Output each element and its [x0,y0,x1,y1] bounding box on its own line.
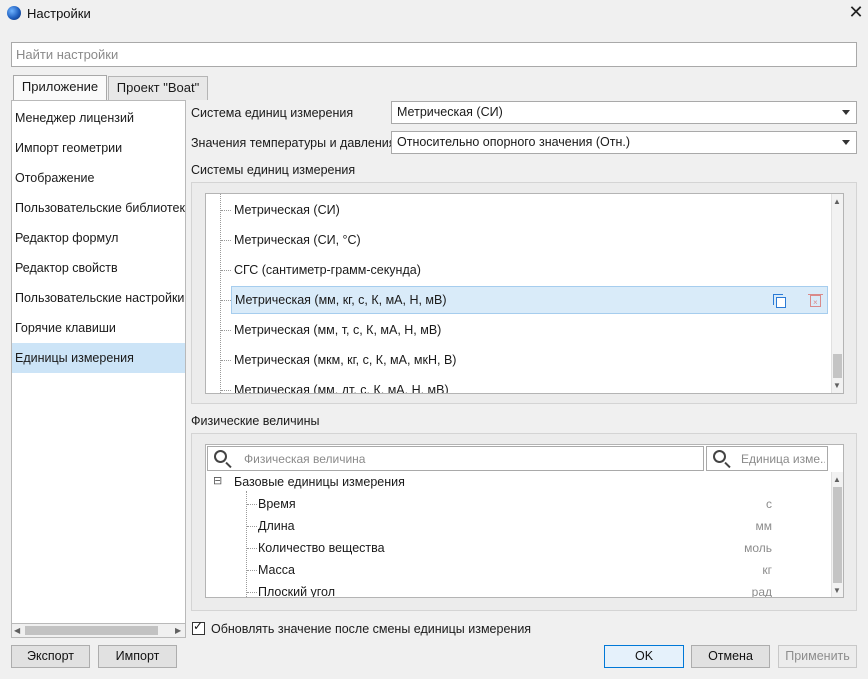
scroll-down-icon[interactable]: ▼ [833,381,841,391]
scroll-up-icon[interactable]: ▲ [833,197,841,207]
scroll-up-icon[interactable]: ▲ [833,475,841,485]
quantity-unit: моль [744,541,772,555]
search-icon [713,450,726,463]
collapse-icon[interactable]: ⊟ [213,475,222,487]
nav-item-user-libraries[interactable]: Пользовательские библиотеки [12,193,185,223]
chevron-down-icon [842,140,850,145]
tree-guide-line [220,194,221,393]
title-bar [0,0,868,26]
unit-system-label: Система единиц измерения [191,106,354,120]
tree-guide-line [221,210,231,211]
quantity-row[interactable]: Время с [258,493,828,515]
quantity-name: Масса [258,563,295,577]
temp-pressure-select[interactable]: Относительно опорного значения (Отн.) [391,131,857,154]
tree-guide-line [246,491,247,597]
quantity-unit: с [766,497,772,511]
delete-icon[interactable]: × [808,293,824,309]
unit-system-item-label: Метрическая (мм, кг, с, К, мА, Н, мВ) [235,293,447,307]
unit-system-item[interactable]: Метрическая (мм, т, с, К, мА, Н, мВ) [231,316,828,344]
unit-systems-section-label: Системы единиц измерения [191,163,356,177]
quantity-unit: мм [755,519,773,533]
quantity-group-label[interactable]: Базовые единицы измерения [234,472,405,492]
unit-system-item[interactable]: СГС (сантиметр-грамм-секунда) [231,256,828,284]
nav-item-formula-editor[interactable]: Редактор формул [12,223,185,253]
tree-guide-line [247,504,257,505]
copy-icon[interactable] [772,293,788,309]
quantity-name: Количество вещества [258,541,385,555]
scroll-right-icon[interactable]: ▶ [175,626,181,636]
unit-system-value: Метрическая (СИ) [397,105,503,119]
quantities-section-label: Физические величины [191,414,320,428]
apply-button[interactable]: Применить [778,645,857,668]
unit-search-input[interactable] [739,451,827,467]
chevron-down-icon [842,110,850,115]
nav-item-geometry-import[interactable]: Импорт геометрии [12,133,185,163]
search-icon [214,450,227,463]
nav-item-license-manager[interactable]: Менеджер лицензий [12,103,185,133]
quantity-search-field[interactable] [207,446,704,471]
quantities-scroll-thumb[interactable] [833,487,842,583]
quantity-row[interactable]: Масса кг [258,559,828,581]
export-button[interactable]: Экспорт [11,645,90,668]
import-button[interactable]: Импорт [98,645,177,668]
window-title: Настройки [27,6,91,21]
app-logo-icon [7,6,21,20]
nav-item-user-settings[interactable]: Пользовательские настройки и [12,283,185,313]
quantity-unit: рад [751,585,772,598]
quantity-row[interactable]: Плоский угол рад [258,581,828,598]
quantity-name: Время [258,497,296,511]
cancel-button[interactable]: Отмена [691,645,770,668]
tree-guide-line [247,570,257,571]
quantity-unit: кг [762,563,772,577]
unit-systems-scroll-thumb[interactable] [833,354,842,378]
tree-guide-line [221,360,231,361]
tree-guide-line [247,526,257,527]
quantities-list: ⊟ Базовые единицы измерения Время с Длин… [205,444,844,598]
unit-system-item[interactable]: Метрическая (мм, дт, с, К, мА, Н, мВ) [231,376,828,393]
tree-guide-line [247,548,257,549]
tree-guide-line [221,270,231,271]
temp-pressure-label: Значения температуры и давления [191,136,396,150]
unit-systems-list: Метрическая (СИ) Метрическая (СИ, °C) СГ… [205,193,844,394]
nav-scroll-thumb[interactable] [25,626,158,635]
tab-project[interactable]: Проект "Boat" [108,76,208,100]
close-icon[interactable]: ✕ [847,2,865,22]
scroll-down-icon[interactable]: ▼ [833,586,841,596]
tree-guide-line [221,330,231,331]
nav-item-units[interactable]: Единицы измерения [12,343,185,373]
unit-search-field[interactable] [706,446,828,471]
nav-item-hotkeys[interactable]: Горячие клавиши [12,313,185,343]
quantity-search-input[interactable] [242,451,692,467]
temp-pressure-value: Относительно опорного значения (Отн.) [397,135,631,149]
tree-guide-line [221,300,231,301]
settings-nav-list: Менеджер лицензий Импорт геометрии Отобр… [11,100,186,638]
nav-item-property-editor[interactable]: Редактор свойств [12,253,185,283]
update-value-label: Обновлять значение после смены единицы и… [211,622,532,636]
nav-item-display[interactable]: Отображение [12,163,185,193]
settings-search-input[interactable] [11,42,857,67]
quantity-name: Длина [258,519,295,533]
tree-guide-line [221,390,231,391]
tree-guide-line [221,240,231,241]
checkmark-icon: ✓ [193,619,204,633]
tree-guide-line [247,592,257,593]
unit-system-item[interactable]: Метрическая (СИ, °C) [231,226,828,254]
unit-system-item[interactable]: Метрическая (мкм, кг, с, К, мА, мкН, В) [231,346,828,374]
scroll-left-icon[interactable]: ◀ [14,626,20,636]
ok-button[interactable]: OK [604,645,684,668]
unit-system-select[interactable]: Метрическая (СИ) [391,101,857,124]
quantity-row[interactable]: Длина мм [258,515,828,537]
quantity-row[interactable]: Количество вещества моль [258,537,828,559]
tab-application[interactable]: Приложение [13,75,107,101]
quantity-name: Плоский угол [258,585,336,598]
unit-system-item-selected[interactable]: Метрическая (мм, кг, с, К, мА, Н, мВ) × [231,286,828,314]
unit-system-item[interactable]: Метрическая (СИ) [231,196,828,224]
